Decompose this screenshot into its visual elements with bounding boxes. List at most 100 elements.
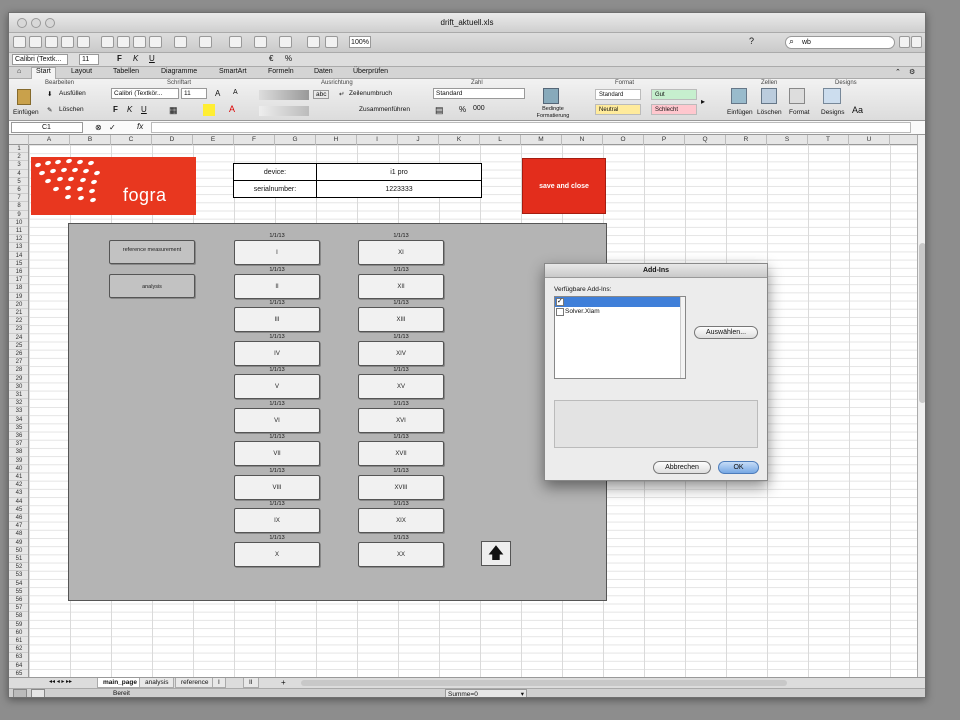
row-header[interactable]: 65 xyxy=(9,670,28,677)
addin-checkbox[interactable]: ✓ xyxy=(556,298,564,306)
style-neutral[interactable]: Neutral xyxy=(595,104,641,115)
measurement-button-xiv[interactable]: XIV xyxy=(358,340,444,366)
row-header[interactable]: 56 xyxy=(9,596,28,605)
row-header[interactable]: 15 xyxy=(9,260,28,268)
highlight-icon[interactable] xyxy=(203,104,215,116)
column-header[interactable]: G xyxy=(275,135,316,145)
clipboard-paste-icon[interactable] xyxy=(17,89,31,105)
row-header[interactable]: 6 xyxy=(9,186,28,195)
row-header[interactable]: 8 xyxy=(9,202,28,211)
column-header[interactable]: I xyxy=(357,135,398,145)
row-header[interactable]: 12 xyxy=(9,235,28,244)
format-cells-icon[interactable] xyxy=(789,88,805,104)
copy-icon[interactable] xyxy=(117,36,130,48)
column-header[interactable]: Q xyxy=(685,135,726,145)
serial-value[interactable]: 1223333 xyxy=(316,180,482,198)
row-header[interactable]: 35 xyxy=(9,424,28,432)
add-sheet-icon[interactable]: + xyxy=(281,678,286,687)
conditional-format-icon[interactable] xyxy=(543,88,559,104)
new-icon[interactable] xyxy=(13,36,26,48)
worksheet-grid[interactable]: fogra device: i1 pro serialnumber: 12233… xyxy=(29,145,917,677)
row-header[interactable]: 54 xyxy=(9,580,28,588)
measurement-button-xi[interactable]: XI xyxy=(358,240,444,265)
function-icon[interactable]: fx xyxy=(137,122,143,131)
measurement-button-xiii[interactable]: XIII xyxy=(358,307,444,332)
column-header[interactable]: H xyxy=(316,135,357,145)
measurement-button-xvi[interactable]: XVI xyxy=(358,407,444,433)
row-header[interactable]: 37 xyxy=(9,440,28,449)
row-header[interactable]: 14 xyxy=(9,252,28,260)
paste-label[interactable]: Einfügen xyxy=(13,109,39,116)
column-header[interactable]: P xyxy=(644,135,685,145)
up-arrow-button[interactable]: 🡅 xyxy=(481,541,511,566)
row-header[interactable]: 44 xyxy=(9,498,28,506)
designs-icon[interactable] xyxy=(823,88,841,104)
row-header[interactable]: 62 xyxy=(9,645,28,654)
row-header[interactable]: 11 xyxy=(9,227,28,236)
column-header[interactable]: O xyxy=(603,135,644,145)
gallery-icon[interactable] xyxy=(307,36,320,48)
row-header[interactable]: 42 xyxy=(9,481,28,490)
tab-diagramme[interactable]: Diagramme xyxy=(161,68,197,75)
clear-button[interactable]: Löschen xyxy=(59,106,84,113)
name-box[interactable]: C1 xyxy=(11,122,83,133)
row-header[interactable]: 48 xyxy=(9,530,28,539)
row-header[interactable]: 7 xyxy=(9,194,28,203)
horizontal-scroll-thumb[interactable] xyxy=(301,680,787,686)
ribbon-settings-icon[interactable]: ⚙ xyxy=(909,68,915,76)
row-header[interactable]: 17 xyxy=(9,276,28,285)
row-header[interactable]: 26 xyxy=(9,350,28,359)
theme-fonts-button[interactable]: Aa xyxy=(852,105,863,115)
row-header[interactable]: 28 xyxy=(9,366,28,375)
measurement-button-vi[interactable]: VI xyxy=(234,407,320,433)
row-header[interactable]: 10 xyxy=(9,219,28,227)
delete-cells-button[interactable]: Löschen xyxy=(757,109,782,116)
sheet-tab-main_page[interactable]: main_page xyxy=(97,678,143,688)
row-header[interactable]: 33 xyxy=(9,407,28,416)
row-header[interactable]: 47 xyxy=(9,522,28,531)
select-addin-button[interactable]: Auswählen... xyxy=(694,326,758,339)
row-header[interactable]: 59 xyxy=(9,621,28,629)
merge-button[interactable]: Zusammenführen xyxy=(359,106,410,113)
row-header[interactable]: 46 xyxy=(9,514,28,523)
row-header[interactable]: 45 xyxy=(9,506,28,514)
column-header[interactable]: J xyxy=(398,135,439,145)
row-header[interactable]: 24 xyxy=(9,334,28,342)
percent-icon[interactable]: % xyxy=(285,54,292,63)
measurement-button-xx[interactable]: XX xyxy=(358,541,444,567)
borders-icon[interactable]: ▦ xyxy=(169,105,178,116)
column-header[interactable]: N xyxy=(562,135,603,145)
sheet-tab-reference[interactable]: reference xyxy=(175,678,215,688)
row-header[interactable]: 52 xyxy=(9,563,28,572)
align-top-icons[interactable] xyxy=(259,90,309,100)
row-header[interactable]: 64 xyxy=(9,662,28,670)
reference-measurement-button[interactable]: reference measurement xyxy=(109,240,195,264)
row-header[interactable]: 61 xyxy=(9,637,28,646)
wrap-text-button[interactable]: Zeilenumbruch xyxy=(349,90,392,97)
save-and-close-button[interactable]: save and close xyxy=(522,158,606,214)
nav-back-icon[interactable] xyxy=(899,36,910,48)
tab-tabellen[interactable]: Tabellen xyxy=(113,68,139,75)
currency-icon[interactable]: € xyxy=(269,54,273,63)
column-header[interactable]: S xyxy=(767,135,808,145)
tab-smartart[interactable]: SmartArt xyxy=(219,68,247,75)
sheet-tab-i[interactable]: I xyxy=(212,678,226,688)
underline-icon[interactable]: U xyxy=(149,54,155,63)
row-header[interactable]: 3 xyxy=(9,161,28,170)
tab-start[interactable]: Start xyxy=(31,67,56,79)
analysis-button[interactable]: analysis xyxy=(109,274,195,298)
sheet-tab-analysis[interactable]: analysis xyxy=(139,678,175,688)
column-header[interactable]: A xyxy=(29,135,70,145)
conditional-format-label[interactable]: Bedingte Formatierung xyxy=(531,106,575,120)
grow-font-icon[interactable]: A xyxy=(215,89,220,98)
formula-input[interactable] xyxy=(151,122,911,133)
redo-icon[interactable] xyxy=(199,36,212,48)
measurement-button-iv[interactable]: IV xyxy=(234,340,320,366)
sort-icon[interactable] xyxy=(254,36,267,48)
toolbox-icon[interactable] xyxy=(325,36,338,48)
measurement-button-iii[interactable]: III xyxy=(234,307,320,332)
row-header[interactable]: 20 xyxy=(9,301,28,309)
row-header[interactable]: 18 xyxy=(9,284,28,293)
insert-cells-icon[interactable] xyxy=(731,88,747,104)
column-header[interactable]: T xyxy=(808,135,849,145)
